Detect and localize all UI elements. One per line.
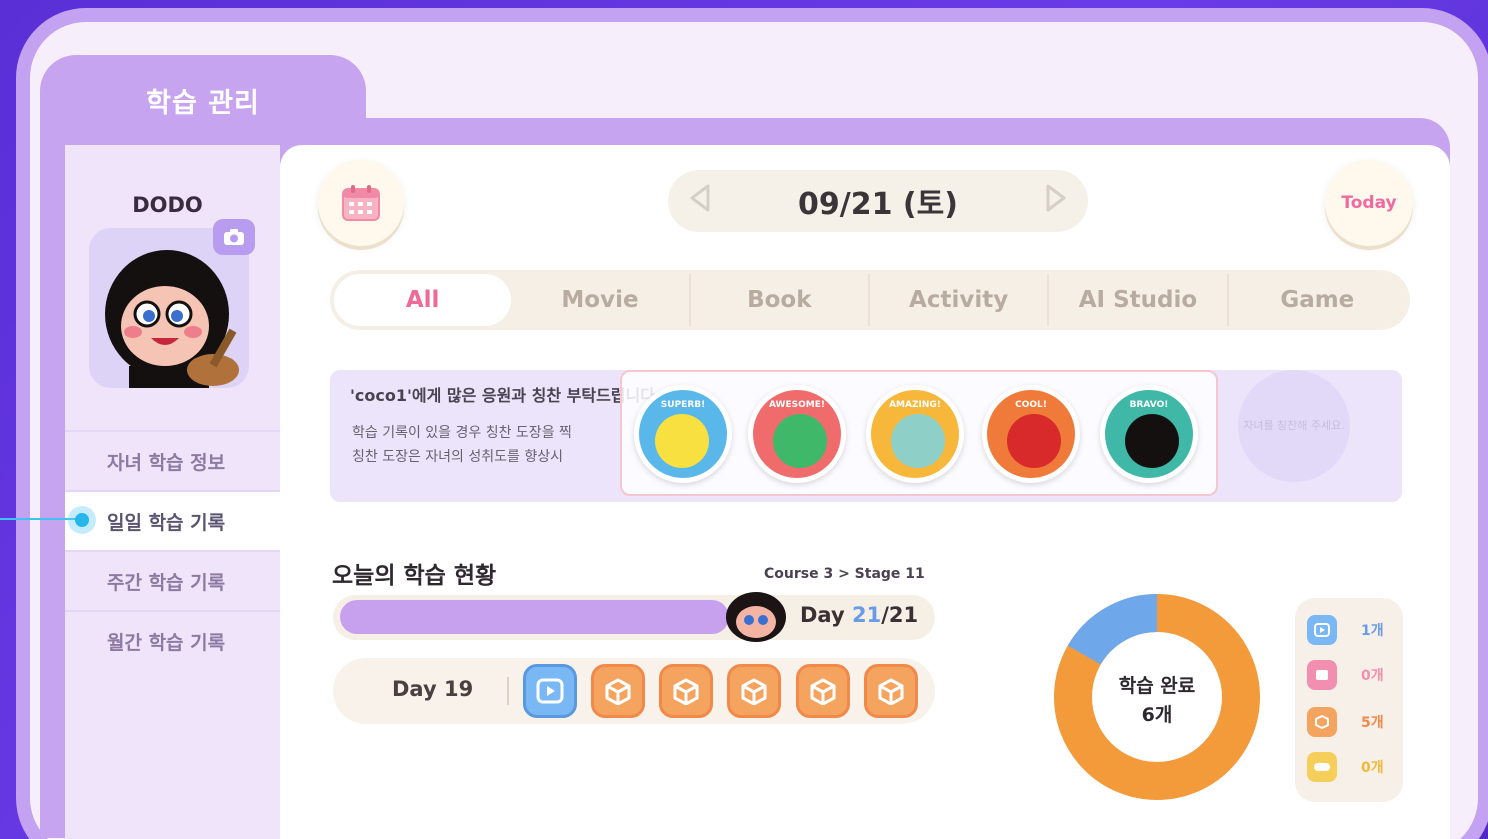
sticker-label: COOL! [1015,400,1047,410]
course-stage: Course 3 > Stage 11 [764,566,925,582]
sticker-cool[interactable]: COOL! [982,385,1080,483]
profile-name: DODO [132,193,203,217]
tab-book[interactable]: Book [691,274,870,326]
progress-separator: / [881,603,889,627]
today-button-label: Today [1341,193,1397,213]
progress-avatar [726,592,786,642]
sticker-superb[interactable]: SUPERB! [634,385,732,483]
legend-row-game: 0개 [1307,752,1384,782]
completion-count: 6개 [1141,704,1173,727]
avatar-icon [736,606,776,638]
tab-ai-studio[interactable]: AI Studio [1049,274,1229,326]
sidebar-item-child-info[interactable]: 자녀 학습 정보 [65,430,280,490]
sticker-amazing[interactable]: AMAZING! [866,385,964,483]
empty-stamp-slot[interactable]: 자녀를 칭찬해 주세요. [1238,370,1350,482]
tab-all[interactable]: All [334,274,512,326]
cube-icon [673,678,699,705]
sidebar-item-daily-record[interactable]: 일일 학습 기록 [65,490,280,550]
cube-icon [810,678,836,705]
sticker-face-icon [773,414,827,468]
sticker-label: SUPERB! [660,400,706,410]
sticker-label: AWESOME! [769,400,825,410]
sticker-label: AMAZING! [889,400,941,410]
legend-count: 5개 [1361,715,1384,731]
activity-icon [1307,707,1337,737]
sticker-bravo[interactable]: BRAVO! [1100,385,1198,483]
legend-row-activity: 5개 [1307,707,1384,737]
day-divider [507,677,509,705]
chevron-right-icon [1046,184,1066,211]
today-button[interactable]: Today [1325,160,1413,246]
tab-activity[interactable]: Activity [870,274,1050,326]
legend-count: 0개 [1361,760,1384,776]
sidebar-item-label: 자녀 학습 정보 [107,451,226,474]
legend-row-video: 1개 [1307,615,1384,645]
day-label: Day 19 [392,677,474,701]
progress-current: 21 [851,603,882,627]
sticker-face-icon [891,414,945,468]
game-icon [1307,752,1337,782]
cube-icon [741,678,767,705]
completion-label: 학습 완료 [1118,675,1196,697]
video-icon [1307,615,1337,645]
cube-icon [605,678,631,705]
progress-day: Day 21/21 [800,603,918,627]
activity-cube-button[interactable] [727,664,781,718]
date-navigator: 09/21 (토) [668,170,1088,232]
sticker-face-icon [655,414,709,468]
activity-cube-button[interactable] [864,664,918,718]
calendar-icon [342,185,380,221]
banner-line-1: 학습 기록이 있을 경우 칭찬 도장을 찍 [352,425,572,441]
section-tab: 학습 관리 [40,55,366,155]
legend-row-book: 0개 [1307,660,1384,690]
next-date-button[interactable] [1044,184,1068,219]
activity-cube-button[interactable] [659,664,713,718]
today-status-title: 오늘의 학습 현황 [332,563,497,589]
tab-movie[interactable]: Movie [511,274,691,326]
category-tabs: All Movie Book Activity AI Studio Game [330,270,1410,330]
pointer-dot [68,506,96,534]
sidebar-item-label: 일일 학습 기록 [107,511,226,534]
profile-card: DODO [65,145,280,430]
sidebar-item-label: 주간 학습 기록 [107,571,226,594]
legend-count: 1개 [1361,623,1384,639]
calendar-button[interactable] [318,160,404,246]
sidebar: DODO 자녀 학습 정보 일일 학습 기록 주간 학습 기록 월간 학습 기록 [65,145,280,839]
camera-button[interactable] [213,219,255,255]
sticker-face-icon [1125,414,1179,468]
sidebar-item-weekly-record[interactable]: 주간 학습 기록 [65,550,280,610]
completion-summary: 학습 완료 6개 [1052,672,1262,731]
progress-fill [340,600,729,634]
banner-line-2: 칭찬 도장은 자녀의 성취도를 향상시 [352,449,563,465]
activity-cube-button[interactable] [796,664,850,718]
cube-icon [878,678,904,705]
activity-cube-button[interactable] [591,664,645,718]
sticker-label: BRAVO! [1129,400,1169,410]
banner-title: 'coco1'에게 많은 응원과 칭찬 부탁드립니다 [350,386,655,405]
legend-count: 0개 [1361,668,1384,684]
progress-total: 21 [888,603,919,627]
sticker-awesome[interactable]: AWESOME! [748,385,846,483]
sticker-face-icon [1007,414,1061,468]
section-tab-label: 학습 관리 [146,88,260,119]
book-icon [1307,660,1337,690]
sidebar-item-monthly-record[interactable]: 월간 학습 기록 [65,610,280,670]
empty-stamp-text: 자녀를 칭찬해 주세요. [1243,418,1345,432]
camera-icon [224,229,244,245]
sidebar-item-label: 월간 학습 기록 [107,631,226,654]
prev-date-button[interactable] [688,184,712,219]
chevron-left-icon [690,184,710,211]
donut-segment-video [1067,594,1158,666]
activity-movie-button[interactable] [523,664,577,718]
video-icon [536,678,564,704]
current-date: 09/21 (토) [798,187,958,222]
tab-game[interactable]: Game [1229,274,1406,326]
progress-day-prefix: Day [800,603,845,627]
